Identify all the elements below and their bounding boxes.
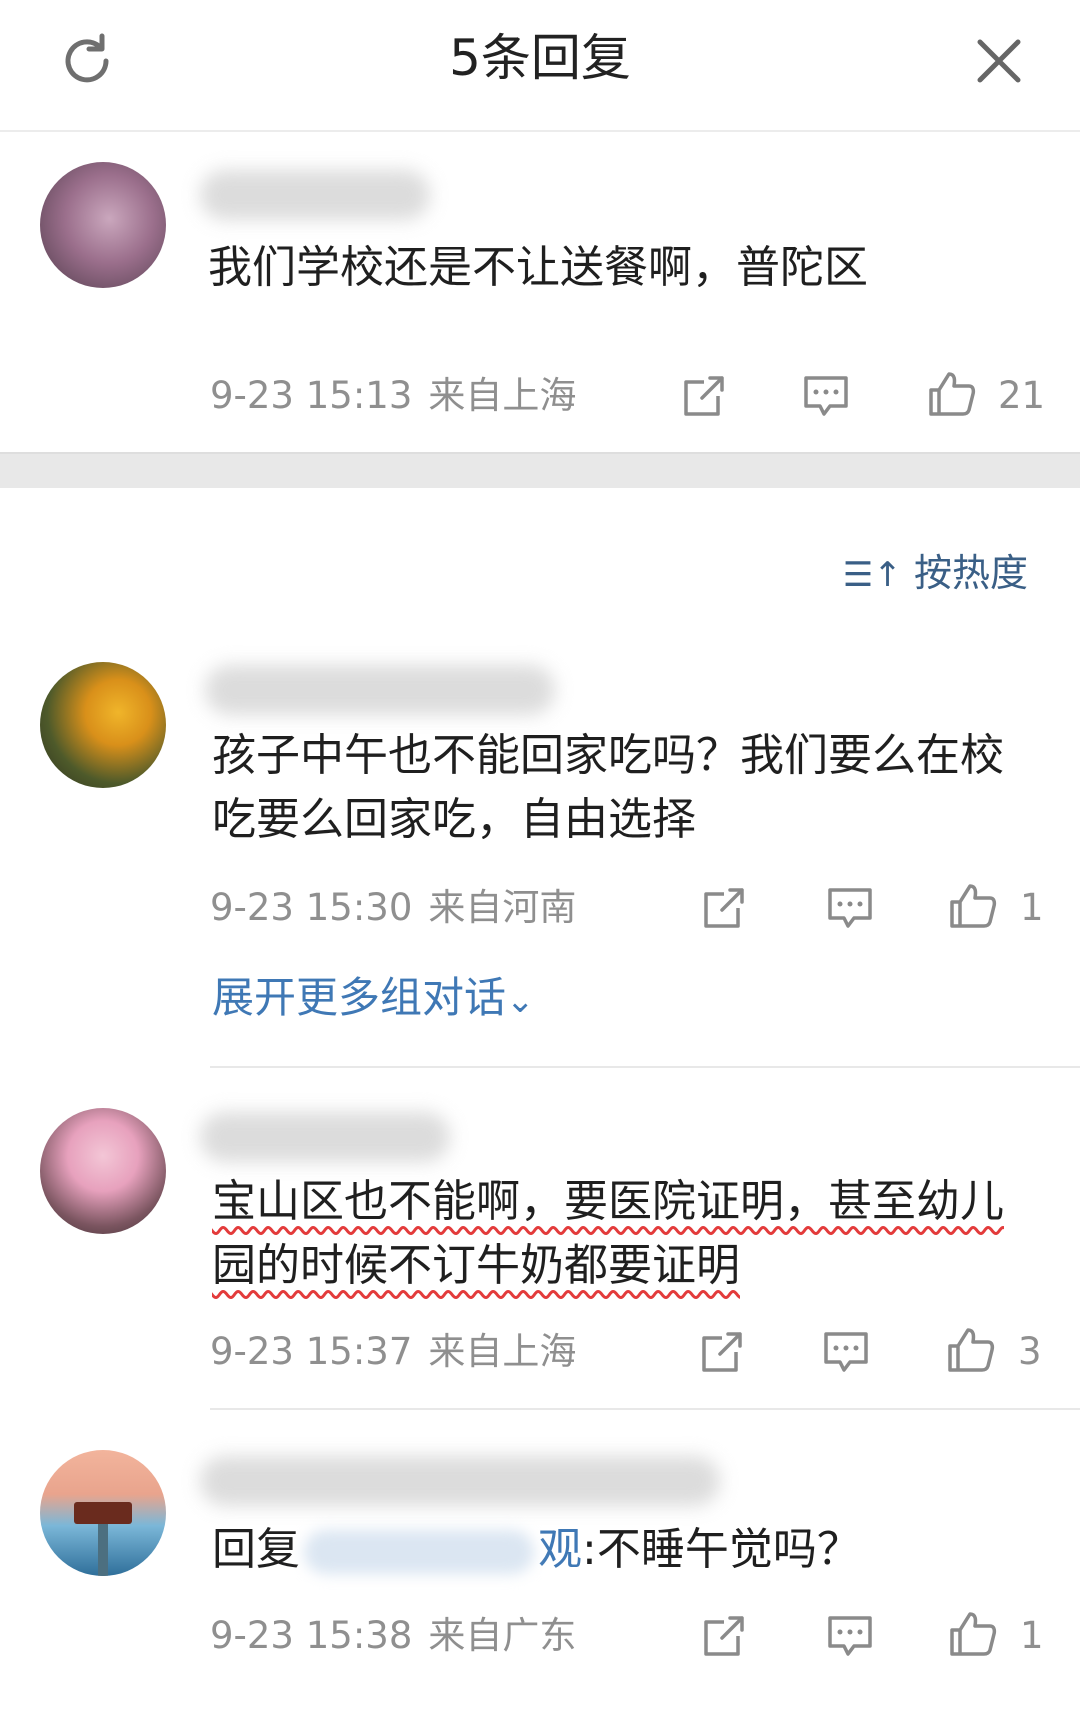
page-title: 5条回复 (449, 29, 631, 87)
comment-icon[interactable] (800, 370, 852, 422)
reply-text: 回复 观:不睡午觉吗？ (212, 1518, 1032, 1582)
like-count: 3 (1018, 1330, 1042, 1373)
reply-location: 来自广东 (428, 1614, 577, 1657)
comment-icon[interactable] (824, 882, 876, 934)
close-icon[interactable] (970, 32, 1028, 90)
like-count: 1 (1020, 1614, 1044, 1657)
share-icon[interactable] (698, 882, 750, 934)
username-blurred[interactable] (200, 170, 430, 220)
expand-more-link[interactable]: 展开更多组对话⌄ (212, 970, 535, 1029)
reply-prefix: 回复 (212, 1524, 300, 1575)
username-blurred[interactable] (200, 1112, 450, 1162)
section-divider (0, 452, 1080, 488)
divider (210, 1066, 1080, 1068)
like-count: 1 (1020, 886, 1044, 929)
reply-body: :不睡午觉吗？ (582, 1524, 861, 1575)
reply-meta: 9-23 15:30 来自河南 (210, 886, 576, 930)
reply-meta: 9-23 15:38 来自广东 (210, 1614, 576, 1658)
like-icon[interactable] (946, 880, 998, 932)
chevron-down-icon: ⌄ (506, 981, 535, 1021)
comment-text: 我们学校还是不让送餐啊，普陀区 (208, 242, 868, 293)
reply-location: 来自河南 (428, 886, 577, 929)
reply-meta: 9-23 15:37 来自上海 (210, 1330, 576, 1374)
mention-blurred[interactable] (304, 1530, 534, 1574)
like-count: 21 (998, 374, 1046, 417)
highlighted-text: 宝山区也不能啊，要医院证明，甚至幼儿园的时候不订牛奶都要证明 (212, 1176, 1004, 1291)
reply-time: 9-23 15:38 (210, 1614, 413, 1657)
like-icon[interactable] (925, 368, 977, 420)
avatar[interactable] (40, 662, 166, 788)
sort-button[interactable]: ☰↑ 按热度 (843, 548, 1028, 600)
expand-label: 展开更多组对话 (212, 973, 507, 1022)
share-icon[interactable] (678, 370, 730, 422)
reply-time: 9-23 15:30 (210, 886, 413, 929)
like-icon[interactable] (944, 1324, 996, 1376)
comment-location: 来自上海 (428, 374, 577, 417)
reply-location: 来自上海 (428, 1330, 577, 1373)
like-icon[interactable] (946, 1608, 998, 1660)
avatar[interactable] (40, 1450, 166, 1576)
sort-icon: ☰↑ (842, 555, 902, 595)
comment-icon[interactable] (820, 1326, 872, 1378)
comment-time: 9-23 15:13 (210, 374, 413, 417)
avatar[interactable] (40, 162, 166, 288)
share-icon[interactable] (696, 1326, 748, 1378)
reply-text: 孩子中午也不能回家吃吗？我们要么在校吃要么回家吃，自由选择 (212, 730, 1004, 845)
share-icon[interactable] (698, 1610, 750, 1662)
sort-label: 按热度 (913, 551, 1028, 595)
reply-text: 宝山区也不能啊，要医院证明，甚至幼儿园的时候不订牛奶都要证明 (212, 1170, 1032, 1298)
mention-name[interactable]: 观 (538, 1524, 582, 1575)
header-bar: 5条回复 (0, 0, 1080, 132)
reply-time: 9-23 15:37 (210, 1330, 413, 1373)
comment-meta: 9-23 15:13 来自上海 (210, 374, 576, 418)
comment-icon[interactable] (824, 1610, 876, 1662)
avatar[interactable] (40, 1108, 166, 1234)
username-blurred[interactable] (205, 665, 555, 715)
divider (210, 1408, 1080, 1410)
username-blurred[interactable] (200, 1456, 720, 1506)
